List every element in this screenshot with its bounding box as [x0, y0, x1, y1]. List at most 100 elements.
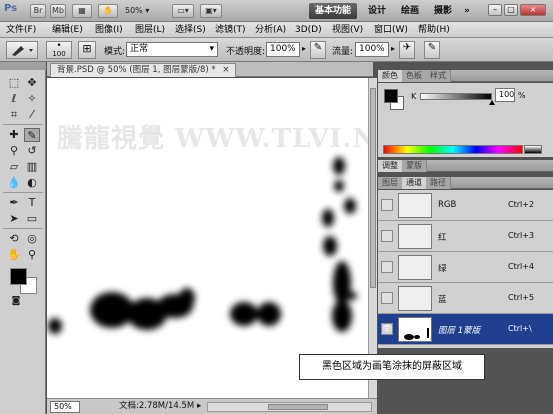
vertical-scrollbar[interactable]	[368, 78, 377, 398]
workspace-more-icon[interactable]: »	[458, 3, 476, 19]
workspace-painting[interactable]: 绘画	[395, 3, 425, 19]
magic-wand-tool-icon[interactable]: ✧	[24, 92, 40, 106]
maximize-button[interactable]: □	[504, 4, 518, 16]
move-tool-icon[interactable]: ✥	[24, 76, 40, 90]
horizontal-scrollbar-thumb[interactable]	[268, 404, 328, 410]
k-slider-track[interactable]	[420, 93, 495, 105]
mini-bridge-button[interactable]: Mb	[50, 4, 66, 18]
opacity-value: 100%	[270, 44, 296, 54]
tab-color[interactable]: 颜色	[378, 70, 403, 82]
visibility-toggle[interactable]	[381, 292, 393, 304]
foreground-color-swatch-front[interactable]	[10, 268, 27, 285]
document-canvas[interactable]: 騰龍視覺 WWW.TLVI.NET	[47, 78, 368, 398]
3d-rotate-tool-icon[interactable]: ⟲	[6, 232, 22, 246]
tab-channels[interactable]: 通道	[402, 177, 427, 189]
clone-stamp-tool-icon[interactable]: ⚲	[6, 144, 22, 158]
menu-view[interactable]: 视图(V)	[332, 24, 363, 36]
menu-edit[interactable]: 编辑(E)	[52, 24, 83, 36]
color-panel-foreground-swatch-front[interactable]	[384, 89, 398, 103]
opacity-pressure-icon[interactable]: ✎	[310, 41, 326, 59]
workspace-essentials[interactable]: 基本功能	[309, 3, 358, 19]
path-selection-tool-icon[interactable]: ➤	[6, 212, 22, 226]
status-menu-icon[interactable]: ▸	[197, 401, 201, 412]
menu-select[interactable]: 选择(S)	[175, 24, 206, 36]
healing-brush-tool-icon[interactable]: ✚	[6, 128, 22, 142]
hand-tool-button[interactable]: ✋	[98, 4, 118, 18]
eye-icon[interactable]: 👁	[381, 323, 393, 335]
tab-swatches[interactable]: 色板	[402, 70, 427, 82]
grayscale-ramp[interactable]	[524, 145, 542, 154]
tab-layers[interactable]: 图层	[378, 177, 403, 189]
k-value-field[interactable]: 100	[495, 88, 515, 102]
channel-row-red[interactable]: 红 Ctrl+3	[378, 221, 553, 252]
color-ramp[interactable]	[383, 145, 523, 154]
menu-filter[interactable]: 滤镜(T)	[215, 24, 246, 36]
eraser-tool-icon[interactable]: ▱	[6, 160, 22, 174]
document-tab[interactable]: 背景.PSD @ 50% (图层 1, 图层蒙版/8) * ×	[50, 63, 237, 77]
menu-file[interactable]: 文件(F)	[6, 24, 36, 36]
gradient-tool-icon[interactable]: ▥	[24, 160, 40, 174]
flow-field[interactable]: 100%	[355, 42, 389, 57]
crop-tool-icon[interactable]: ⌗	[6, 108, 22, 122]
mode-select[interactable]: 正常 ▾	[126, 42, 218, 57]
annotation-callout: 黑色区域为画笔涂抹的屏蔽区域	[299, 354, 485, 380]
menu-window[interactable]: 窗口(W)	[374, 24, 408, 36]
tool-preset-picker[interactable]	[6, 41, 38, 59]
menu-help[interactable]: 帮助(H)	[418, 24, 450, 36]
zoom-field[interactable]: 50%	[50, 401, 80, 413]
menu-analysis[interactable]: 分析(A)	[255, 24, 286, 36]
blur-tool-icon[interactable]: 💧	[6, 176, 22, 190]
visibility-toggle[interactable]	[381, 230, 393, 242]
brush-tool-icon[interactable]: ✎	[24, 128, 40, 142]
scrollbar-thumb[interactable]	[370, 88, 376, 288]
document-info: 文档:2.78M/14.5M	[119, 401, 195, 411]
channel-row-rgb[interactable]: RGB Ctrl+2	[378, 190, 553, 221]
airbrush-icon[interactable]: ✈	[399, 41, 415, 59]
minimize-button[interactable]: –	[488, 4, 502, 16]
opacity-field[interactable]: 100%	[266, 42, 300, 57]
workspace-design[interactable]: 设计	[362, 3, 392, 19]
menu-image[interactable]: 图像(I)	[95, 24, 123, 36]
hand-tool-icon[interactable]: ✋	[6, 248, 22, 262]
pen-tool-icon[interactable]: ✒	[6, 196, 22, 210]
brush-preset-picker[interactable]: • 100	[46, 41, 72, 59]
shape-tool-icon[interactable]: ▭	[24, 212, 40, 226]
menu-layer[interactable]: 图层(L)	[135, 24, 165, 36]
close-tab-icon[interactable]: ×	[222, 65, 229, 75]
channel-name: RGB	[438, 200, 457, 210]
visibility-toggle[interactable]	[381, 261, 393, 273]
opacity-dropdown-icon[interactable]: ▸	[302, 44, 306, 53]
close-button[interactable]: ×	[520, 4, 546, 16]
channel-row-green[interactable]: 绿 Ctrl+4	[378, 252, 553, 283]
history-brush-tool-icon[interactable]: ↺	[24, 144, 40, 158]
dodge-tool-icon[interactable]: ◐	[24, 176, 40, 190]
bridge-button[interactable]: Br	[30, 4, 46, 18]
view-extras-button[interactable]: ▦	[72, 4, 92, 18]
zoom-level-select[interactable]: 50% ▾	[125, 4, 165, 18]
horizontal-scrollbar[interactable]	[207, 402, 372, 412]
channel-row-layer-mask[interactable]: 👁 图层 1蒙版 Ctrl+\	[378, 314, 553, 345]
lasso-tool-icon[interactable]: ℓ	[6, 92, 22, 106]
menu-3d[interactable]: 3D(D)	[295, 24, 322, 36]
flow-dropdown-icon[interactable]: ▸	[391, 44, 395, 53]
size-pressure-icon[interactable]: ✎	[424, 41, 440, 59]
brush-icon	[12, 46, 33, 56]
tab-masks[interactable]: 蒙版	[402, 160, 427, 172]
marquee-tool-icon[interactable]: ⬚	[6, 76, 22, 90]
zoom-tool-icon[interactable]: ⚲	[24, 248, 40, 262]
tab-adjustments[interactable]: 调整	[378, 160, 403, 172]
channel-row-blue[interactable]: 蓝 Ctrl+5	[378, 283, 553, 314]
tab-styles[interactable]: 样式	[426, 70, 451, 82]
color-panel: K 100 %	[378, 83, 553, 157]
workspace-photography[interactable]: 摄影	[428, 3, 458, 19]
3d-orbit-tool-icon[interactable]: ◎	[24, 232, 40, 246]
quick-mask-icon[interactable]: ◙	[8, 294, 24, 308]
arrange-documents-button[interactable]: ▭▾	[172, 4, 194, 18]
type-tool-icon[interactable]: T	[24, 196, 40, 210]
eyedropper-tool-icon[interactable]: ⁄	[24, 108, 40, 122]
channel-label: K	[411, 92, 417, 101]
screen-mode-button[interactable]: ▣▾	[200, 4, 222, 18]
tab-paths[interactable]: 路径	[426, 177, 451, 189]
brush-panel-toggle-icon[interactable]: ⊞	[78, 41, 96, 59]
visibility-toggle[interactable]	[381, 199, 393, 211]
